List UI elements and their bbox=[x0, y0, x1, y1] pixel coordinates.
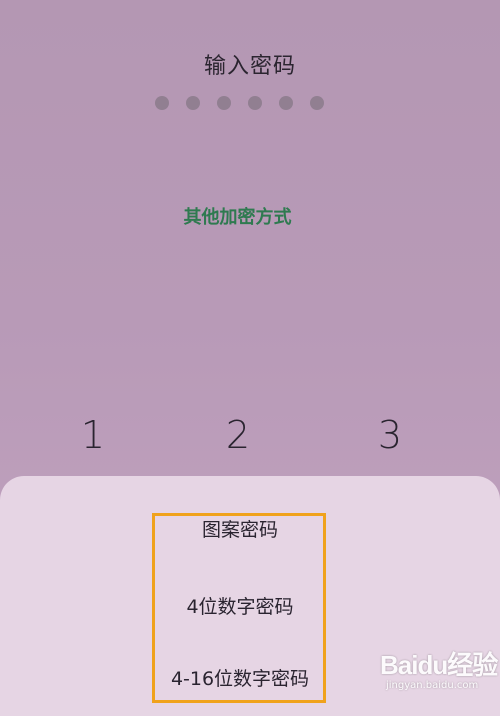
option-pattern-password[interactable]: 图案密码 bbox=[0, 515, 490, 542]
password-dots bbox=[155, 96, 324, 110]
keypad-key-2[interactable]: 2 bbox=[198, 405, 278, 465]
password-dot bbox=[310, 96, 324, 110]
other-encryption-methods-link[interactable]: 其他加密方式 bbox=[0, 203, 475, 229]
page-title: 输入密码 bbox=[203, 54, 296, 79]
option-4-16-digit-password[interactable]: 4-16位数字密码 bbox=[0, 664, 490, 691]
numeric-keypad: 1 2 3 bbox=[0, 405, 500, 465]
password-dot bbox=[186, 96, 200, 110]
keypad-key-3[interactable]: 3 bbox=[350, 405, 430, 465]
keypad-key-1[interactable]: 1 bbox=[53, 405, 133, 465]
option-4-digit-password[interactable]: 4位数字密码 bbox=[0, 592, 490, 619]
password-dot bbox=[155, 96, 169, 110]
password-dot bbox=[279, 96, 293, 110]
password-dot bbox=[217, 96, 231, 110]
password-screen: 输入密码 其他加密方式 1 2 3 图案密码 4位数字密码 4-16位数字密码 … bbox=[0, 0, 500, 716]
password-dot bbox=[248, 96, 262, 110]
